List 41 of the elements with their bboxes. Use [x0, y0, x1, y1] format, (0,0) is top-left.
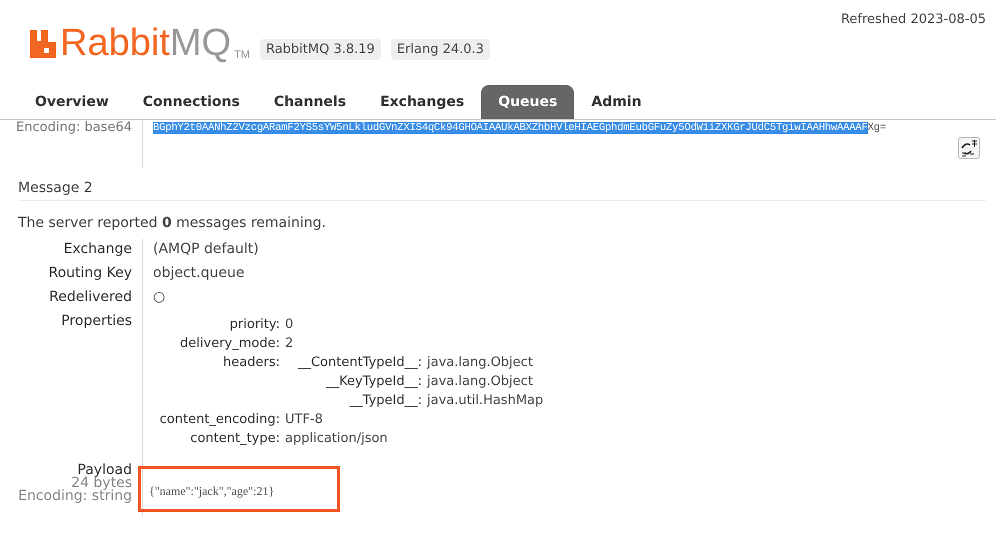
payload-encoding: Encoding: string — [17, 490, 132, 503]
property-value: application/json — [285, 431, 389, 446]
property-value: 2 — [285, 336, 294, 351]
nav-tab[interactable]: Exchanges — [363, 85, 482, 119]
version-badge: Erlang 24.0.3 — [390, 39, 490, 60]
header-value: java.lang.Object — [427, 355, 534, 370]
nav-tab[interactable]: Overview — [18, 85, 126, 119]
header-key: __ContentTypeId__: — [285, 355, 427, 370]
payload-value: {"name":"jack","age":21} — [138, 466, 340, 512]
nav-tab[interactable]: Channels — [256, 85, 364, 119]
property-key: content_type: — [153, 431, 285, 446]
header-key: __TypeId__: — [285, 393, 427, 408]
encoding-label: Encoding: base64 — [15, 120, 133, 137]
nav-tab[interactable]: Queues — [481, 85, 574, 119]
remaining-text: The server reported 0 messages remaining. — [18, 215, 327, 231]
property-key: content_encoding: — [153, 412, 285, 427]
field-value: ○ — [153, 289, 166, 305]
field-label: Routing Key — [47, 264, 133, 283]
message-title: Message 2 — [18, 180, 986, 201]
property-key: delivery_mode: — [153, 336, 285, 351]
refreshed-time: Refreshed 2023-08-05 — [840, 12, 986, 27]
base64-payload: BGphY2t0AANhZ2VzcgARamF2YS5sYW5nLkludGVnZXIS4qCk94GHOAIAAUkABXZhbHVleHIAEGphdmEubGFuZy5OdW1iZXKGrJUdC5TgiwIAAHhwAAAAFXg= — [153, 122, 887, 134]
header-value: java.util.HashMap — [427, 393, 544, 408]
field-label: Redelivered — [48, 288, 133, 307]
field-label: Properties — [60, 312, 133, 331]
version-badge: RabbitMQ 3.8.19 — [260, 39, 381, 60]
property-key: headers: — [153, 355, 285, 370]
translate-icon[interactable] — [958, 137, 980, 159]
field-label: Exchange — [62, 240, 133, 259]
header-value: java.lang.Object — [427, 374, 534, 389]
field-value: (AMQP default) — [153, 241, 259, 257]
payload-size: 24 bytes — [71, 477, 132, 490]
rabbitmq-logo: RabbitMQ TM — [30, 24, 250, 62]
payload-label: Payload — [77, 464, 132, 477]
field-value: object.queue — [153, 265, 244, 281]
property-value: UTF-8 — [285, 412, 324, 427]
nav-tab[interactable]: Connections — [126, 85, 257, 119]
nav-tab[interactable]: Admin — [574, 85, 659, 119]
header-key: __KeyTypeId__: — [285, 374, 427, 389]
property-value: 0 — [285, 317, 294, 332]
property-key: priority: — [153, 317, 285, 332]
